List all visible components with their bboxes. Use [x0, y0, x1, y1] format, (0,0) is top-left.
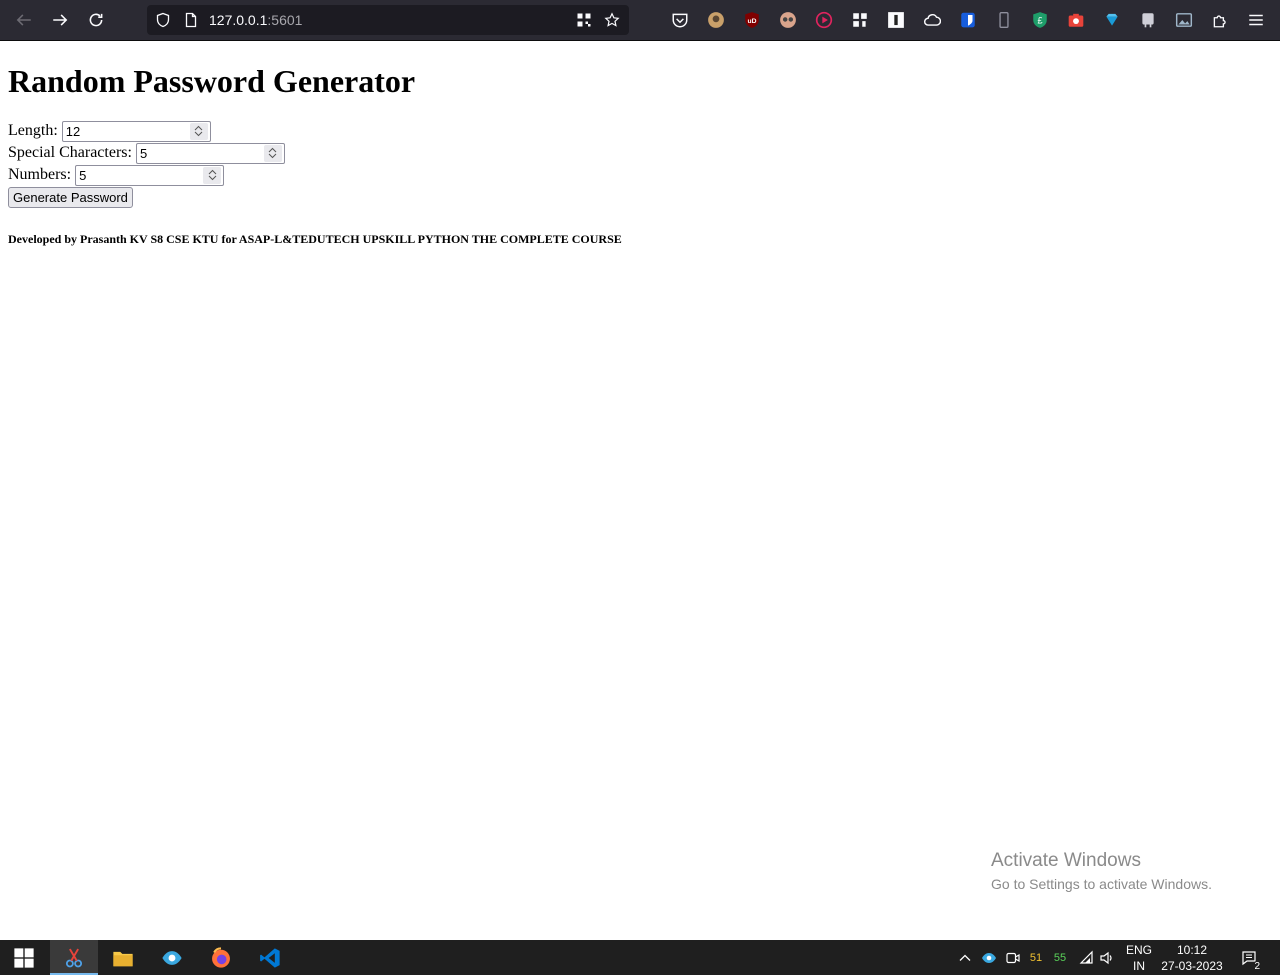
watermark-title: Activate Windows [991, 850, 1141, 871]
clock-time: 10:12 [1176, 942, 1208, 957]
browser-toolbar: 127.0.0.1:5601 uD £ [0, 0, 1280, 41]
page-title: Random Password Generator [8, 63, 416, 99]
input-language[interactable]: ENG IN [1122, 940, 1156, 975]
arrow-left-icon [16, 14, 31, 26]
network-status[interactable] [1077, 940, 1097, 975]
ublock-icon[interactable]: uD [742, 10, 762, 30]
vscode-icon [260, 947, 280, 968]
instapaper-icon[interactable] [886, 10, 906, 30]
grid-extension-icon[interactable] [850, 10, 870, 30]
taskbar-firefox[interactable] [197, 940, 245, 975]
reader-extension-icon[interactable] [1138, 10, 1158, 30]
gpu-temperature[interactable]: 55 [1050, 940, 1070, 975]
taskbar-snipping-tool[interactable] [50, 940, 98, 975]
length-spinner[interactable] [189, 122, 208, 140]
taskbar-file-explorer[interactable] [99, 940, 147, 975]
chevron-up-icon [959, 954, 971, 961]
length-input[interactable]: 12 [61, 120, 211, 142]
tray-eye-app[interactable] [979, 940, 999, 975]
extensions-puzzle-icon[interactable] [1210, 10, 1230, 30]
taskbar-eye-app[interactable] [148, 940, 196, 975]
special-characters-input[interactable]: 5 [135, 142, 285, 164]
forward-button[interactable] [46, 6, 74, 34]
clock[interactable]: 10:12 27-03-2023 [1160, 940, 1224, 975]
url-bar[interactable]: 127.0.0.1:5601 [147, 5, 629, 35]
qr-code-icon[interactable] [575, 11, 593, 29]
developer-credit: Developed by Prasanth KV S8 CSE KTU for … [8, 232, 622, 246]
numbers-row: Numbers: 5 [8, 164, 1272, 186]
url-text[interactable]: 127.0.0.1:5601 [209, 12, 302, 28]
taskbar-vscode[interactable] [246, 940, 294, 975]
cloud-icon[interactable] [922, 10, 942, 30]
start-button[interactable] [0, 940, 48, 975]
watermark-subtitle: Go to Settings to activate Windows. [991, 876, 1212, 892]
pocket-icon[interactable] [670, 10, 690, 30]
special-characters-row: Special Characters: 5 [8, 142, 1272, 164]
clock-date: 27-03-2023 [1161, 958, 1223, 973]
chevron-down-icon[interactable] [194, 131, 203, 137]
back-button[interactable] [10, 6, 38, 34]
privacy-badge-icon[interactable]: £ [1030, 10, 1050, 30]
firefox-icon [212, 946, 230, 968]
video-camera-icon [1006, 952, 1020, 963]
shield-icon[interactable] [154, 11, 172, 29]
reload-icon [89, 13, 103, 27]
reload-button[interactable] [82, 6, 110, 34]
windows-logo-icon [14, 947, 34, 968]
gem-extension-icon[interactable] [1102, 10, 1122, 30]
phone-icon[interactable] [994, 10, 1014, 30]
numbers-spinner[interactable] [203, 166, 222, 184]
cpu-temperature[interactable]: 51 [1026, 940, 1046, 975]
svg-text:uD: uD [748, 18, 757, 25]
bookmark-star-icon[interactable] [603, 11, 621, 29]
profile-extension-icon[interactable] [706, 10, 726, 30]
page-icon[interactable] [182, 11, 200, 29]
scissors-icon [65, 948, 83, 967]
numbers-input[interactable]: 5 [75, 164, 225, 186]
length-row: Length: 12 [8, 120, 1272, 142]
windows-taskbar: 51 55 ENG IN 10:12 27-03-2023 2 [0, 940, 1280, 975]
bitwarden-icon[interactable] [958, 10, 978, 30]
hamburger-menu-icon[interactable] [1246, 10, 1266, 30]
generate-password-button[interactable]: Generate Password [8, 187, 133, 208]
image-extension-icon[interactable] [1174, 10, 1194, 30]
region-code: IN [1133, 958, 1145, 973]
special-characters-label: Special Characters: [8, 144, 132, 161]
special-characters-spinner[interactable] [263, 144, 282, 162]
svg-text:£: £ [1037, 15, 1042, 25]
folder-icon [113, 951, 133, 966]
arrow-right-icon [53, 14, 68, 26]
speaker-icon [1100, 951, 1112, 964]
notification-center[interactable]: 2 [1236, 940, 1262, 975]
notification-count: 2 [1253, 961, 1261, 972]
wifi-icon [1079, 950, 1093, 964]
activate-windows-watermark: Activate Windows Go to Settings to activ… [991, 850, 1212, 895]
volume-control[interactable] [1097, 940, 1117, 975]
screenshot-camera-icon[interactable] [1066, 10, 1086, 30]
language-code: ENG [1125, 942, 1152, 957]
numbers-value: 5 [79, 167, 87, 183]
glasses-extension-icon[interactable] [778, 10, 798, 30]
chevron-down-icon[interactable] [268, 153, 277, 159]
tray-meet-now[interactable] [1003, 940, 1023, 975]
play-extension-icon[interactable] [814, 10, 834, 30]
special-characters-value: 5 [139, 145, 148, 161]
show-hidden-icons[interactable] [955, 940, 975, 975]
numbers-label: Numbers: [8, 166, 72, 183]
chevron-down-icon[interactable] [208, 175, 217, 181]
length-label: Length: [8, 122, 58, 139]
eye-icon [162, 950, 182, 965]
length-value: 12 [65, 123, 81, 139]
password-form: Length: 12 Special Characters: 5 Numbers… [8, 120, 1272, 208]
eye-icon [982, 952, 996, 963]
page-content: Random Password Generator Length: 12 Spe… [8, 41, 1272, 247]
